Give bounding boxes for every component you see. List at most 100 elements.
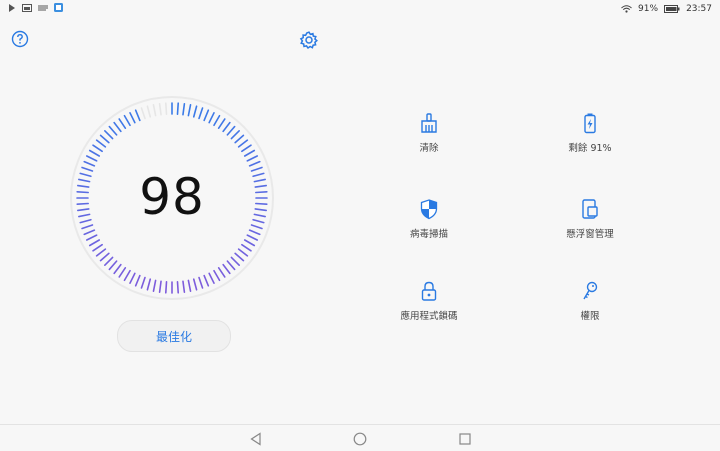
gauge-tick [108,260,118,271]
clock: 23:57 [686,4,712,14]
gauge-tick [198,276,204,289]
gauge-tick [104,256,114,266]
gauge-tick [99,134,110,144]
gauge-tick [192,278,198,291]
virus-scan-label: 病毒掃描 [409,229,448,240]
key-icon [583,281,598,300]
floating-window-tool[interactable]: 懸浮窗管理 [530,198,650,240]
wifi-icon [621,5,632,13]
gauge-tick [176,281,180,294]
gauge-tick [85,234,98,241]
gauge-tick [230,256,240,266]
help-icon [11,30,29,48]
gauge-tick [237,248,249,257]
status-bar: 91% 23:57 [0,0,720,18]
gauge-tick [92,243,103,252]
gauge-tick [113,263,122,275]
gauge-tick [241,243,252,252]
gauge-tick [208,111,215,124]
gauge-tick [152,279,157,292]
gauge-tick [123,114,131,127]
gauge-tick [192,105,198,118]
gauge-tick [208,272,215,284]
gauge-tick [152,104,157,117]
gauge-tick [134,109,141,122]
app-lock-label: 應用程式鎖碼 [400,311,458,322]
home-button[interactable] [353,431,367,446]
help-button[interactable] [11,30,29,48]
gear-icon [299,31,318,50]
gauge-tick [118,118,127,129]
gauge-tick [140,107,146,120]
gauge-tick [226,260,236,271]
gauge-tick [113,121,122,133]
gauge-tick [187,279,192,292]
gauge-tick [146,278,152,291]
optimize-button[interactable]: 最佳化 [117,320,231,352]
gauge-tick [85,155,98,162]
gauge-tick [234,134,245,144]
gauge-tick [217,267,226,278]
gauge-tick [203,274,210,287]
gauge-tick [226,125,236,136]
gauge-tick [234,252,245,262]
recent-square-icon [459,433,471,445]
gauge-tick [241,144,252,153]
battery-percent: 91% [638,4,659,14]
navigation-bar [0,424,720,451]
gauge-tick [164,102,168,115]
clean-tool[interactable]: 清除 [369,112,489,154]
gauge-tick [237,139,249,148]
gauge-tick [134,274,141,287]
gauge-tick [158,280,162,293]
cast-icon [38,4,48,15]
gauge-tick [129,111,136,124]
gauge-tick [164,281,168,294]
gauge-tick [118,267,127,278]
gauge-tick [146,105,152,118]
gauge-tick [158,103,162,116]
status-left [8,3,63,15]
gauge-tick [203,109,210,122]
gauge-tick [123,269,131,282]
gauge-tick [95,139,107,148]
gauge-tick [83,160,96,167]
settings-button[interactable] [299,30,319,50]
battery-tool[interactable]: 剩餘 91% [530,112,650,154]
gauge-tick [129,272,136,284]
home-circle-icon [353,432,367,446]
gauge-tick [182,280,186,293]
gauge-tick [83,229,96,236]
gauge-tick [246,234,258,241]
battery-icon [664,5,680,13]
gallery-icon [22,3,32,15]
gauge-tick [222,263,231,275]
shield-icon [420,199,438,220]
gauge-tick [198,107,204,120]
gauge-tick [99,252,110,262]
recent-apps-button[interactable] [458,431,472,445]
virus-scan-tool[interactable]: 病毒掃描 [369,198,489,240]
floating-window-label: 懸浮窗管理 [566,229,614,240]
back-triangle-icon [250,432,261,446]
lock-icon [421,281,437,301]
gauge-tick [176,102,180,115]
gauge-tick [248,229,261,236]
gauge-tick [92,144,103,153]
gauge-tick [187,104,192,117]
gauge-tick [248,160,261,167]
play-store-icon [8,3,16,15]
gauge-tick [88,239,101,247]
gauge-tick [213,114,221,127]
gauge-tick [95,248,107,257]
clean-label: 清除 [419,143,439,154]
app-lock-tool[interactable]: 應用程式鎖碼 [369,280,489,322]
gauge-tick [213,269,221,282]
battery-charging-icon [584,113,596,134]
permissions-tool[interactable]: 權限 [530,280,650,322]
gauge-tick [243,149,256,157]
gauge-tick [243,239,256,247]
app-notification-icon [54,3,63,15]
back-button[interactable] [249,431,263,446]
gauge-tick [140,276,146,289]
